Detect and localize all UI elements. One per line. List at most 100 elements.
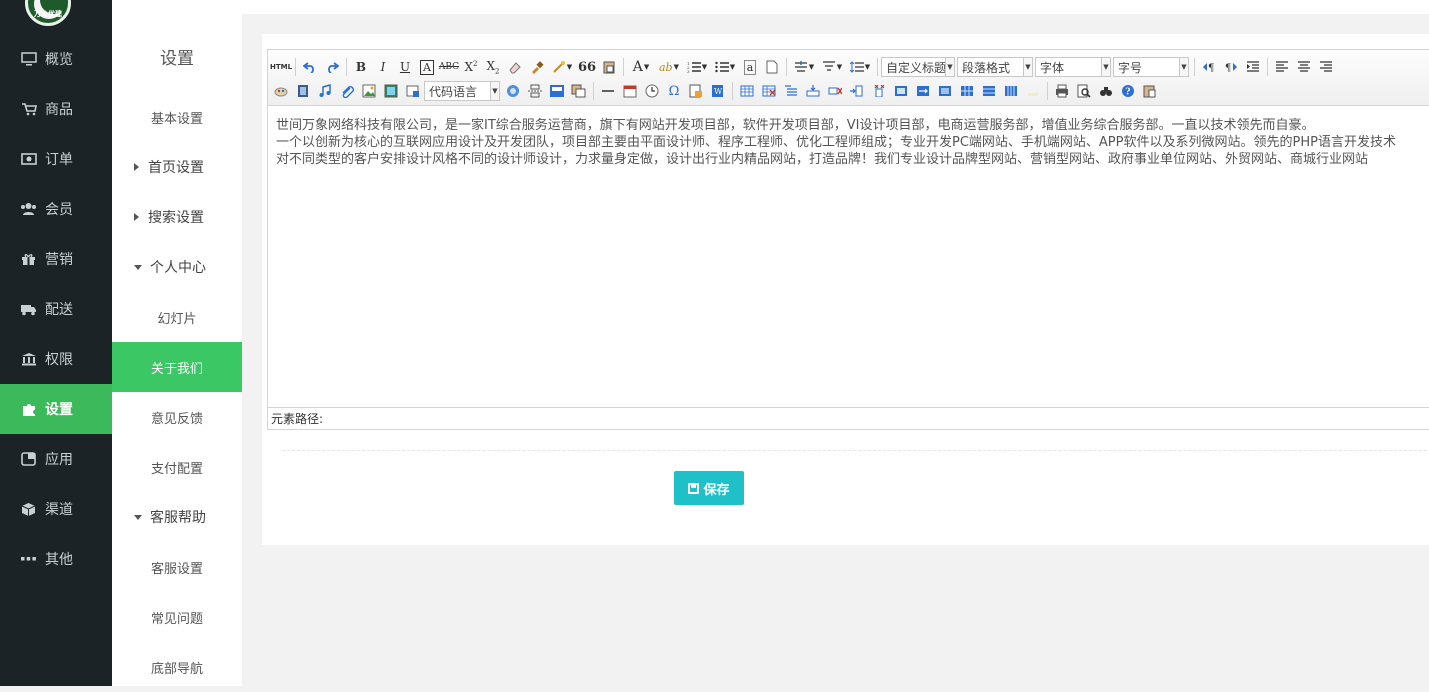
preview-icon[interactable] [1073, 81, 1095, 101]
attachment-icon[interactable] [336, 81, 358, 101]
line-height-icon[interactable]: ▼ [846, 57, 874, 77]
subnav-item-service-settings[interactable]: 客服设置 [112, 542, 242, 592]
code-language-select[interactable]: 代码语言 ▼ [424, 81, 500, 101]
eraser-icon[interactable] [504, 57, 526, 77]
link-icon[interactable] [270, 81, 292, 101]
nav-item-permissions[interactable]: 权限 [0, 334, 112, 384]
subnav-item-payment[interactable]: 支付配置 [112, 442, 242, 492]
merge-cells-icon[interactable] [890, 81, 912, 101]
font-size-select[interactable]: 字号 ▼ [1113, 57, 1189, 77]
blockquote-button[interactable]: 66 [576, 57, 598, 77]
font-border-icon[interactable]: A [416, 57, 438, 77]
horizontal-rule-icon[interactable] [597, 81, 619, 101]
special-chars-button[interactable]: Ω [663, 81, 685, 101]
undo-icon[interactable] [299, 57, 321, 77]
page-break-icon[interactable] [524, 81, 546, 101]
image-icon[interactable] [358, 81, 380, 101]
row-spacing-top-icon[interactable]: ▼ [790, 57, 818, 77]
print-icon[interactable] [1051, 81, 1073, 101]
web-insert-icon[interactable] [502, 81, 524, 101]
ltr-icon[interactable]: ¶ [1198, 57, 1220, 77]
apps-icon [20, 452, 37, 467]
paste-plain-icon[interactable] [598, 57, 620, 77]
nav-item-delivery[interactable]: 配送 [0, 284, 112, 334]
background-icon[interactable] [568, 81, 590, 101]
brand-logo[interactable]: 万象优建 [25, 0, 71, 26]
align-right-icon[interactable] [1315, 57, 1337, 77]
text-box-icon[interactable]: a [739, 57, 761, 77]
auto-format-icon[interactable]: ▼ [548, 57, 576, 77]
save-button[interactable]: 保存 [674, 471, 744, 505]
subnav-group-search[interactable]: 搜索设置 [112, 192, 242, 242]
nav-item-label: 应用 [45, 452, 73, 468]
subnav-item-feedback[interactable]: 意见反馈 [112, 392, 242, 442]
subnav-label: 关于我们 [150, 361, 203, 377]
video-icon[interactable] [292, 81, 314, 101]
nav-item-orders[interactable]: 订单 [0, 134, 112, 184]
delete-table-icon[interactable] [758, 81, 780, 101]
rtl-icon[interactable]: ¶ [1220, 57, 1242, 77]
strikethrough-icon[interactable]: ABC [438, 57, 460, 77]
draft-icon[interactable] [1139, 81, 1161, 101]
subnav-item-footer-nav[interactable]: 底部导航 [112, 642, 242, 692]
font-family-select[interactable]: 字体 ▼ [1035, 57, 1111, 77]
music-icon[interactable] [314, 81, 336, 101]
chart-disabled-icon[interactable] [1022, 81, 1044, 101]
nav-item-other[interactable]: 其他 [0, 534, 112, 584]
subnav-item-about[interactable]: 关于我们 [112, 342, 242, 392]
ordered-list-icon[interactable]: 1 2 3 ▼ [683, 57, 711, 77]
split-rows-icon[interactable] [978, 81, 1000, 101]
merge-right-icon[interactable] [912, 81, 934, 101]
subnav-group-service[interactable]: 客服帮助 [112, 492, 242, 542]
nav-item-marketing[interactable]: 营销 [0, 234, 112, 284]
font-color-button[interactable]: A ▼ [627, 57, 655, 77]
subnav-item-basic[interactable]: 基本设置 [112, 92, 242, 142]
help-icon[interactable]: ? [1117, 81, 1139, 101]
underline-button[interactable]: U [394, 57, 416, 77]
italic-button[interactable]: I [372, 57, 394, 77]
multi-image-icon[interactable] [380, 81, 402, 101]
format-brush-icon[interactable] [526, 57, 548, 77]
spell-check-icon[interactable]: W [707, 81, 729, 101]
split-cols-icon[interactable] [1000, 81, 1022, 101]
merge-down-icon[interactable] [934, 81, 956, 101]
html-source-button[interactable]: HTML [270, 57, 292, 77]
insert-caption-icon[interactable] [780, 81, 802, 101]
bold-button[interactable]: B [350, 57, 372, 77]
redo-icon[interactable] [321, 57, 343, 77]
align-center-icon[interactable] [1293, 57, 1315, 77]
editor-content[interactable]: 世间万象网络科技有限公司，是一家IT综合服务运营商，旗下有网站开发项目部，软件开… [276, 117, 1429, 168]
indent-icon[interactable] [1242, 57, 1264, 77]
word-image-icon[interactable] [685, 81, 707, 101]
subnav-item-slides[interactable]: 幻灯片 [112, 292, 242, 342]
delete-row-icon[interactable] [824, 81, 846, 101]
superscript-icon[interactable]: X2 [460, 57, 482, 77]
date-icon[interactable] [619, 81, 641, 101]
paragraph-format-select[interactable]: 段落格式 ▼ [957, 57, 1033, 77]
nav-item-settings[interactable]: 设置 [0, 384, 112, 434]
align-left-icon[interactable] [1271, 57, 1293, 77]
custom-heading-select[interactable]: 自定义标题 ▼ [881, 57, 955, 77]
insert-table-icon[interactable] [736, 81, 758, 101]
unordered-list-icon[interactable]: ▼ [711, 57, 739, 77]
nav-item-goods[interactable]: 商品 [0, 84, 112, 134]
template-icon[interactable] [546, 81, 568, 101]
search-replace-icon[interactable] [1095, 81, 1117, 101]
highlight-color-icon[interactable]: ab ▼ [655, 57, 683, 77]
subnav-group-home[interactable]: 首页设置 [112, 142, 242, 192]
split-cells-icon[interactable] [956, 81, 978, 101]
nav-item-members[interactable]: 会员 [0, 184, 112, 234]
delete-col-icon[interactable] [868, 81, 890, 101]
nav-item-apps[interactable]: 应用 [0, 434, 112, 484]
blank-page-icon[interactable] [761, 57, 783, 77]
nav-item-overview[interactable]: 概览 [0, 34, 112, 84]
insert-row-icon[interactable] [802, 81, 824, 101]
subnav-item-faq[interactable]: 常见问题 [112, 592, 242, 642]
insert-col-icon[interactable] [846, 81, 868, 101]
time-icon[interactable] [641, 81, 663, 101]
subscript-icon[interactable]: X2 [482, 57, 504, 77]
map-icon[interactable] [402, 81, 424, 101]
row-spacing-bottom-icon[interactable]: ▼ [818, 57, 846, 77]
nav-item-channels[interactable]: 渠道 [0, 484, 112, 534]
subnav-group-profile[interactable]: 个人中心 [112, 242, 242, 292]
